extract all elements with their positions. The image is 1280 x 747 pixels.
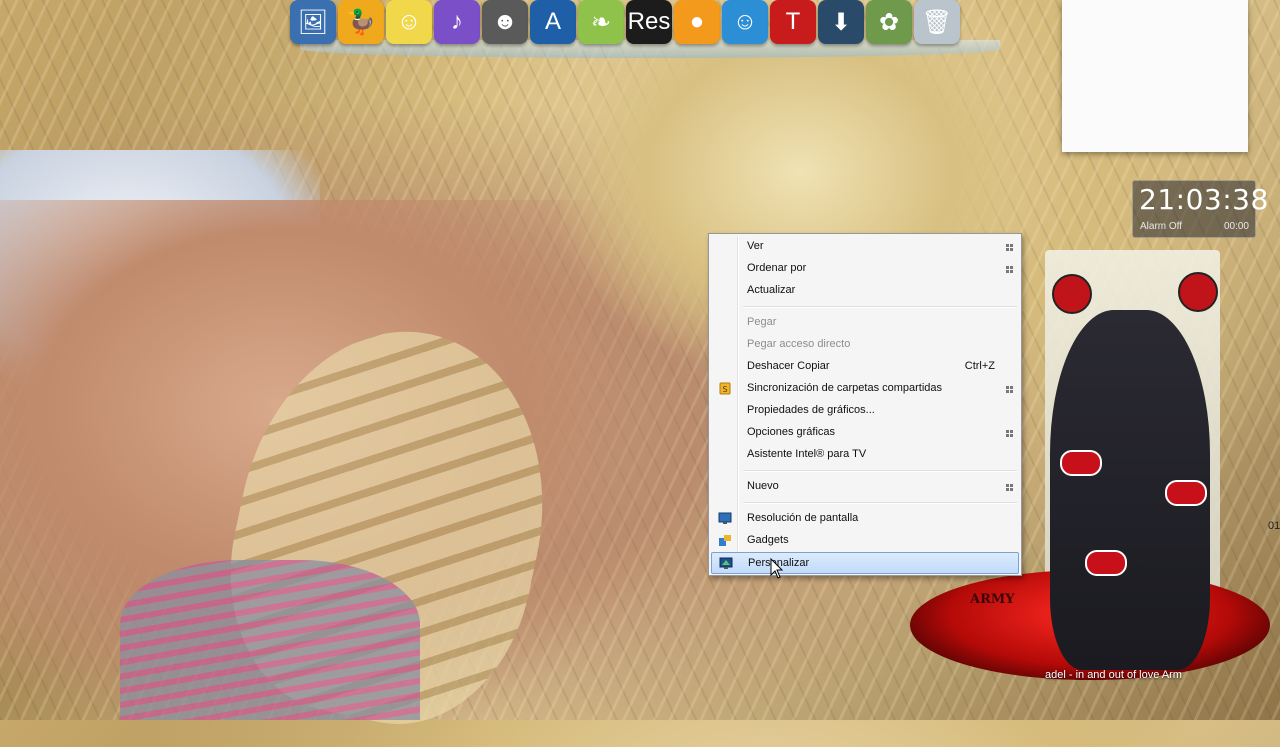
sound-icon[interactable]: T [770, 0, 816, 44]
sharingan-icon [1178, 272, 1218, 312]
alarm-time: 00:00 [1223, 221, 1249, 232]
menu-item-asistente-intel[interactable]: Asistente Intel® para TV [711, 444, 1019, 466]
army-logo: ARMY [970, 592, 1015, 607]
simpsons-icon[interactable]: ☺ [386, 0, 432, 44]
menu-item-gadgets[interactable]: Gadgets [711, 530, 1019, 552]
menu-separator [743, 470, 1017, 472]
submenu-icon [1006, 484, 1013, 491]
download-icon[interactable]: ⬇ [818, 0, 864, 44]
gadgets-icon [718, 534, 732, 547]
menu-item-label: Propiedades de gráficos... [747, 404, 875, 416]
photo-viewer-icon[interactable]: 🖼 [290, 0, 336, 44]
clock-gadget[interactable]: 21:03:38 Alarm Off 00:00 [1132, 180, 1268, 238]
menu-item-ordenar-por[interactable]: Ordenar por [711, 258, 1019, 280]
media-player-icon[interactable]: ♪ [434, 0, 480, 44]
menu-item-sincronizacion[interactable]: S Sincronización de carpetas compartidas [711, 378, 1019, 400]
recycle-bin-icon[interactable]: 🗑 [914, 0, 960, 44]
menu-item-personalizar[interactable]: Personalizar [711, 552, 1019, 574]
menu-item-pegar-acceso-directo[interactable]: Pegar acceso directo [711, 334, 1019, 356]
cloud-icon [1060, 450, 1102, 476]
cloud-icon [1085, 550, 1127, 576]
clock-time: 21:03:38 [1139, 183, 1269, 216]
menu-item-label: Actualizar [747, 284, 796, 296]
menu-item-label: Pegar [747, 316, 777, 328]
menu-item-deshacer-copiar[interactable]: Deshacer Copiar Ctrl+Z [711, 356, 1019, 378]
menu-item-ver[interactable]: Ver [711, 236, 1019, 258]
alarm-status: Alarm Off [1140, 221, 1183, 232]
menu-item-nuevo[interactable]: Nuevo [711, 476, 1019, 498]
sharingan-icon [1052, 274, 1092, 314]
menu-item-label: Pegar acceso directo [747, 338, 851, 350]
messenger-icon[interactable]: ☺ [722, 0, 768, 44]
menu-item-label: Opciones gráficas [747, 426, 836, 438]
cloud-icon [1165, 480, 1207, 506]
menu-item-label: Ver [747, 240, 764, 252]
sync-folder-icon: S [718, 382, 732, 395]
menu-item-shortcut: Ctrl+Z [964, 360, 995, 372]
personalize-icon [719, 557, 733, 570]
dock: 🖼 🦆 ☺ ♪ ☻ A ❧ Res ● ☺ T ⬇ ✿ 🗑 [290, 0, 990, 52]
menu-item-label: Asistente Intel® para TV [747, 448, 867, 460]
menu-separator [743, 306, 1017, 308]
menu-item-label: Nuevo [747, 480, 779, 492]
menu-item-propiedades-graficos[interactable]: Propiedades de gráficos... [711, 400, 1019, 422]
submenu-icon [1006, 430, 1013, 437]
resident-evil-icon[interactable]: Res [626, 0, 672, 44]
menu-separator [743, 502, 1017, 504]
menu-item-label: Resolución de pantalla [747, 512, 859, 524]
menu-item-label: Ordenar por [747, 262, 807, 274]
submenu-icon [1006, 244, 1013, 251]
submenu-icon [1006, 266, 1013, 273]
sticky-note-gadget[interactable] [1062, 0, 1248, 152]
menu-item-label: Gadgets [747, 534, 789, 546]
menu-item-resolucion-pantalla[interactable]: Resolución de pantalla [711, 508, 1019, 530]
svg-text:S: S [722, 385, 727, 394]
ball-icon[interactable]: ● [674, 0, 720, 44]
game-portrait-icon[interactable]: ☻ [482, 0, 528, 44]
menu-item-label: Sincronización de carpetas compartidas [747, 382, 943, 394]
menu-item-label: Deshacer Copiar [747, 360, 830, 372]
menu-item-pegar[interactable]: Pegar [711, 312, 1019, 334]
menu-item-opciones-graficas[interactable]: Opciones gráficas [711, 422, 1019, 444]
side-number: 01 [1268, 520, 1280, 532]
menu-item-actualizar[interactable]: Actualizar [711, 280, 1019, 302]
flower-icon[interactable]: ✿ [866, 0, 912, 44]
leaf-icon[interactable]: ❧ [578, 0, 624, 44]
monitor-icon [718, 512, 732, 525]
submenu-icon [1006, 386, 1013, 393]
browser-a-icon[interactable]: A [530, 0, 576, 44]
now-playing-text: adel - in and out of love Arm [1045, 669, 1182, 681]
wallpaper-dress [120, 560, 420, 720]
desktop-context-menu: Ver Ordenar por Actualizar Pegar Pegar a… [708, 233, 1022, 576]
duck-icon[interactable]: 🦆 [338, 0, 384, 44]
